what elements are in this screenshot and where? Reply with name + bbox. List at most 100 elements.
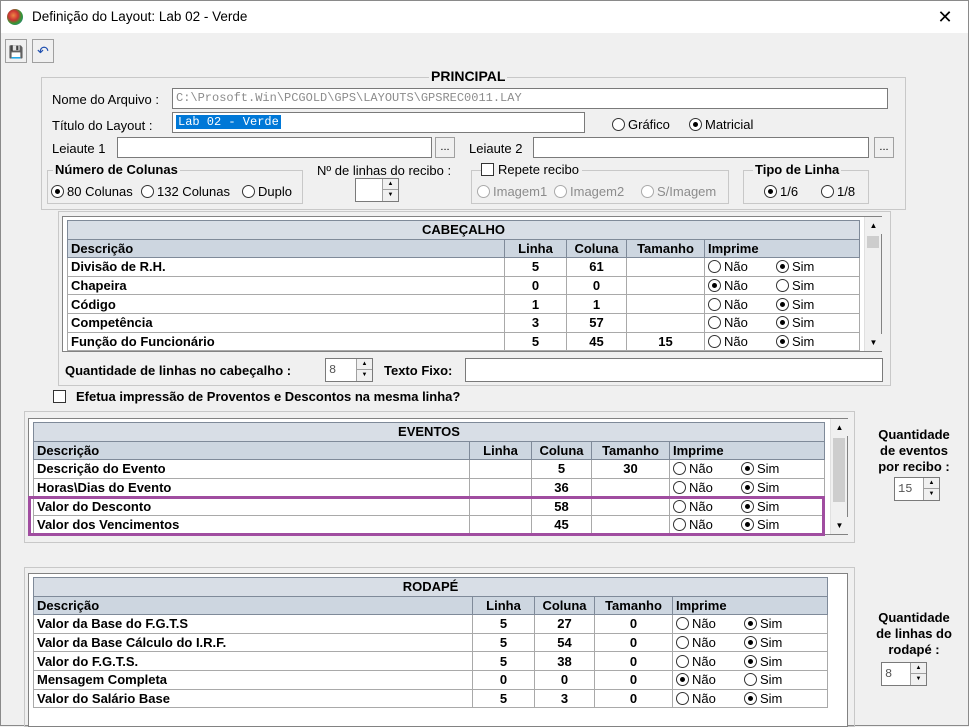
spin-up-icon[interactable]: ▲ (910, 663, 926, 674)
imprime-nao-radio[interactable]: Não (708, 259, 776, 274)
table-cell[interactable]: Chapeira (67, 275, 505, 296)
table-cell[interactable]: 57 (566, 312, 627, 333)
leiaute2-browse-button[interactable]: ... (874, 137, 894, 158)
table-cell[interactable]: Função do Funcionário (67, 331, 505, 352)
spin-up-icon[interactable]: ▲ (923, 478, 939, 489)
table-cell[interactable] (591, 477, 670, 498)
column-header[interactable]: Descrição (67, 238, 505, 259)
column-header[interactable]: Linha (472, 595, 535, 616)
column-header[interactable]: Coluna (531, 440, 592, 461)
table-cell[interactable]: 5 (472, 651, 535, 671)
imprime-sim-radio[interactable]: Sim (744, 635, 812, 650)
table-cell[interactable]: Código (67, 294, 505, 314)
table-cell[interactable]: Horas\Dias do Evento (33, 477, 470, 498)
column-header[interactable]: Tamanho (591, 440, 670, 461)
imprime-sim-radio[interactable]: Sim (741, 480, 809, 495)
table-cell[interactable]: Valor do Salário Base (33, 688, 473, 709)
table-cell[interactable] (626, 294, 705, 314)
tipo18-radio[interactable]: 1/8 (821, 184, 855, 199)
table-row[interactable]: Valor da Base do F.G.T.S 5 27 0 Não Sim (33, 614, 828, 634)
table-cell[interactable]: 0 (594, 632, 673, 653)
table-cell[interactable]: 0 (594, 614, 673, 634)
table-cell[interactable]: 5 (531, 459, 592, 479)
spin-up-icon[interactable]: ▲ (356, 359, 372, 370)
img1-radio[interactable]: Imagem1 (477, 184, 547, 199)
qtd-cabecalho-spinner[interactable]: 8 ▲ ▼ (325, 358, 373, 382)
qtd-eventos-spinner[interactable]: 15 ▲ ▼ (894, 477, 940, 501)
table-cell[interactable]: 3 (504, 312, 567, 333)
nome-arquivo-field[interactable]: C:\Prosoft.Win\PCGOLD\GPS\LAYOUTS\GPSREC… (172, 88, 888, 109)
table-cell[interactable]: 0 (594, 651, 673, 671)
table-cell[interactable]: 0 (594, 669, 673, 690)
imprime-sim-radio[interactable]: Sim (741, 461, 809, 476)
efetua-checkbox[interactable]: Efetua impressão de Proventos e Desconto… (53, 389, 460, 404)
nlinhas-spinner[interactable]: ▲ ▼ (355, 178, 399, 202)
table-cell[interactable]: 1 (504, 294, 567, 314)
column-header[interactable]: Tamanho (626, 238, 705, 259)
table-cell[interactable]: Valor da Base do F.G.T.S (33, 614, 473, 634)
grafico-radio[interactable]: Gráfico (612, 117, 670, 132)
close-button[interactable]: ✕ (922, 1, 968, 33)
table-row[interactable]: Divisão de R.H. 5 61 Não Sim (67, 257, 860, 277)
spin-down-icon[interactable]: ▼ (356, 370, 372, 381)
column-header[interactable]: Linha (504, 238, 567, 259)
simg-radio[interactable]: S/Imagem (641, 184, 716, 199)
table-row[interactable]: Função do Funcionário 5 45 15 Não Sim (67, 331, 860, 352)
eventos-scrollbar[interactable]: ▲ ▼ (830, 419, 848, 534)
undo-button[interactable]: ↶ (32, 39, 54, 63)
imprime-nao-radio[interactable]: Não (673, 461, 741, 476)
spin-down-icon[interactable]: ▼ (382, 190, 398, 201)
titulo-layout-field[interactable]: Lab 02 - Verde (172, 112, 585, 133)
imprime-nao-radio[interactable]: Não (676, 691, 744, 706)
img2-radio[interactable]: Imagem2 (554, 184, 624, 199)
table-cell[interactable]: 5 (472, 688, 535, 709)
imprime-sim-radio[interactable]: Sim (744, 654, 812, 669)
imprime-nao-radio[interactable]: Não (708, 297, 776, 312)
imprime-sim-radio[interactable]: Sim (744, 616, 812, 631)
spin-down-icon[interactable]: ▼ (910, 674, 926, 685)
table-row[interactable]: Horas\Dias do Evento 36 Não Sim (33, 477, 825, 498)
table-cell[interactable]: Divisão de R.H. (67, 257, 505, 277)
table-cell[interactable]: 3 (534, 688, 595, 709)
column-header[interactable]: Imprime (669, 440, 825, 461)
column-header[interactable]: Imprime (704, 238, 860, 259)
leiaute1-browse-button[interactable]: ... (435, 137, 455, 158)
scroll-up-icon[interactable]: ▲ (865, 217, 882, 234)
table-row[interactable]: Competência 3 57 Não Sim (67, 312, 860, 333)
table-cell[interactable]: 5 (504, 257, 567, 277)
imprime-sim-radio[interactable]: Sim (744, 672, 812, 687)
imprime-sim-radio[interactable]: Sim (744, 691, 812, 706)
table-cell[interactable]: 15 (626, 331, 705, 352)
spin-up-icon[interactable]: ▲ (382, 179, 398, 190)
table-cell[interactable]: 27 (534, 614, 595, 634)
imprime-nao-radio[interactable]: Não (673, 480, 741, 495)
scroll-up-icon[interactable]: ▲ (831, 419, 848, 436)
table-cell[interactable]: 0 (566, 275, 627, 296)
imprime-nao-radio[interactable]: Não (708, 315, 776, 330)
save-button[interactable]: 💾 (5, 39, 27, 63)
matricial-radio[interactable]: Matricial (689, 117, 753, 132)
imprime-sim-radio[interactable]: Sim (776, 297, 844, 312)
column-header[interactable]: Linha (469, 440, 532, 461)
spin-down-icon[interactable]: ▼ (923, 489, 939, 500)
table-cell[interactable]: Competência (67, 312, 505, 333)
imprime-nao-radio[interactable]: Não (676, 672, 744, 687)
table-cell[interactable]: 36 (531, 477, 592, 498)
table-cell[interactable]: 0 (594, 688, 673, 709)
scroll-thumb[interactable] (833, 438, 845, 502)
imprime-nao-radio[interactable]: Não (676, 616, 744, 631)
imprime-sim-radio[interactable]: Sim (776, 334, 844, 349)
imprime-sim-radio[interactable]: Sim (776, 315, 844, 330)
table-cell[interactable]: Valor do F.G.T.S. (33, 651, 473, 671)
table-cell[interactable]: 61 (566, 257, 627, 277)
table-cell[interactable]: 0 (472, 669, 535, 690)
leiaute1-field[interactable] (117, 137, 432, 158)
table-cell[interactable]: 5 (504, 331, 567, 352)
column-header[interactable]: Imprime (672, 595, 828, 616)
table-cell[interactable] (626, 312, 705, 333)
imprime-sim-radio[interactable]: Sim (776, 278, 844, 293)
texto-fixo-field[interactable] (465, 358, 883, 382)
table-cell[interactable] (626, 257, 705, 277)
table-row[interactable]: Mensagem Completa 0 0 0 Não Sim (33, 669, 828, 690)
duplo-radio[interactable]: Duplo (242, 184, 292, 199)
